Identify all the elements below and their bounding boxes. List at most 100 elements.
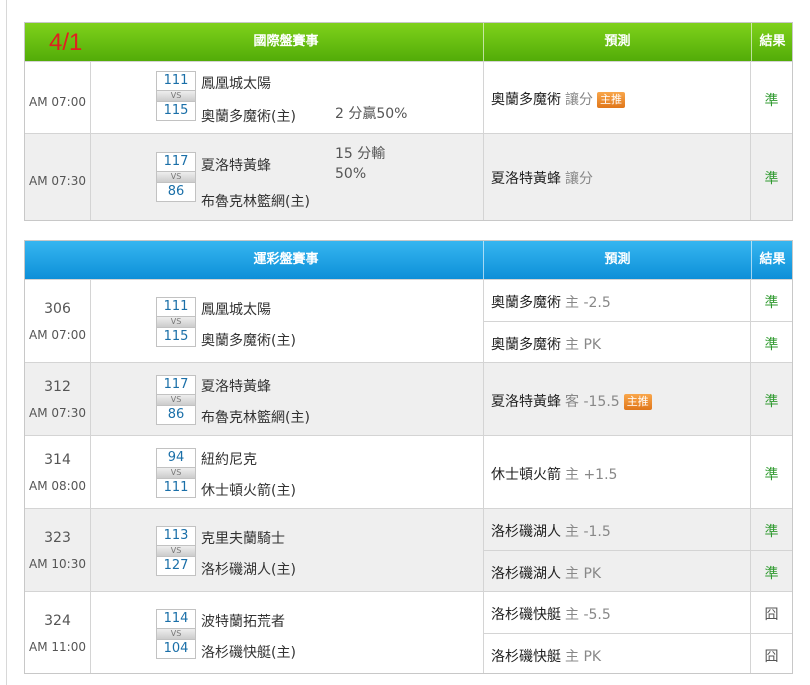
prediction: 夏洛特黃蜂 讓分 xyxy=(491,168,593,188)
vs-label: VS xyxy=(156,172,196,182)
home-score: 115 xyxy=(156,101,196,121)
result-mark: 準 xyxy=(764,295,779,311)
sports-game-row: 324 AM 11:00 114 VS 104 波特蘭拓荒者 洛杉磯快艇(主) … xyxy=(25,591,792,673)
result-mark: 準 xyxy=(764,337,779,353)
home-team: 休士頓火箭(主) xyxy=(201,483,296,499)
prediction: 洛杉磯湖人主 -1.5 xyxy=(491,521,611,541)
home-score: 104 xyxy=(156,639,196,659)
pick-side: 主 PK xyxy=(565,566,602,582)
game-number: 306 xyxy=(44,301,71,317)
spread-result: 2 分贏50% xyxy=(335,104,407,124)
away-team: 紐約尼克 xyxy=(201,452,257,468)
game-time: AM 07:30 xyxy=(29,174,86,188)
pick-team: 奧蘭多魔術 xyxy=(491,295,561,311)
home-score: 86 xyxy=(156,405,196,425)
score-box: 117 VS 86 xyxy=(156,152,196,202)
away-score: 94 xyxy=(156,448,196,468)
date-mark: 4/1 xyxy=(49,29,83,56)
away-team: 波特蘭拓荒者 xyxy=(201,614,285,630)
away-score: 117 xyxy=(156,375,196,395)
away-team: 鳳凰城太陽 xyxy=(201,76,271,92)
home-team: 洛杉磯湖人(主) xyxy=(201,562,296,578)
score-box: 114 VS 104 xyxy=(156,609,196,659)
pick-team: 洛杉磯快艇 xyxy=(491,649,561,665)
pick-team: 奧蘭多魔術 xyxy=(491,92,561,108)
result-mark: 準 xyxy=(764,524,779,540)
home-team: 布魯克林籃網(主) xyxy=(201,194,310,210)
sports-title: 運彩盤賽事 xyxy=(253,252,319,267)
home-score: 86 xyxy=(156,182,196,202)
result-mark: 囧 xyxy=(764,649,779,665)
game-time: AM 08:00 xyxy=(29,479,86,493)
intl-title: 國際盤賽事 xyxy=(253,34,319,49)
result-mark: 準 xyxy=(764,467,779,483)
home-team: 布魯克林籃網(主) xyxy=(201,410,310,426)
away-team: 鳳凰城太陽 xyxy=(201,302,271,318)
pick-team: 夏洛特黃蜂 xyxy=(491,171,561,187)
home-score: 127 xyxy=(156,556,196,576)
sports-section: 運彩盤賽事 預測 結果 306 AM 07:00 111 VS 115 鳳凰城太… xyxy=(24,240,793,674)
score-box: 111 VS 115 xyxy=(156,71,196,121)
spread-result: 15 分輸 50% xyxy=(335,144,385,184)
spread-line: 50% xyxy=(335,166,367,182)
spread-line: 15 分輸 xyxy=(335,146,386,162)
sports-game-row: 314 AM 08:00 94 VS 111 紐約尼克 休士頓火箭(主) 休士頓… xyxy=(25,435,792,508)
intl-result-header: 結果 xyxy=(751,23,793,61)
pick-team: 休士頓火箭 xyxy=(491,467,561,483)
sports-result-header: 結果 xyxy=(751,241,793,279)
home-team: 奧蘭多魔術(主) xyxy=(201,333,296,349)
pick-side: 主 +1.5 xyxy=(565,467,618,483)
score-box: 117 VS 86 xyxy=(156,375,196,425)
game-time: AM 11:00 xyxy=(29,640,86,654)
game-number: 323 xyxy=(44,530,71,546)
game-number: 314 xyxy=(44,452,71,468)
prediction: 洛杉磯湖人主 PK xyxy=(491,563,601,583)
vs-label: VS xyxy=(156,546,196,556)
game-time: AM 07:00 xyxy=(29,95,86,109)
featured-badge: 主推 xyxy=(623,394,652,410)
result-mark: 準 xyxy=(764,171,779,187)
prediction: 洛杉磯快艇主 -5.5 xyxy=(491,604,611,624)
home-score: 115 xyxy=(156,327,196,347)
prediction: 奧蘭多魔術主 PK xyxy=(491,334,601,354)
vs-label: VS xyxy=(156,468,196,478)
intl-prediction-header: 預測 xyxy=(483,23,751,61)
spread-line: 2 分贏50% xyxy=(335,106,408,122)
game-time: AM 07:30 xyxy=(29,406,86,420)
home-team: 奧蘭多魔術(主) xyxy=(201,109,296,125)
away-score: 111 xyxy=(156,297,196,317)
result-mark: 準 xyxy=(764,93,779,109)
pick-team: 奧蘭多魔術 xyxy=(491,337,561,353)
result-mark: 準 xyxy=(764,394,779,410)
sports-prediction-header: 預測 xyxy=(483,241,751,279)
prediction: 洛杉磯快艇主 PK xyxy=(491,646,601,666)
away-score: 117 xyxy=(156,152,196,172)
home-team: 洛杉磯快艇(主) xyxy=(201,645,296,661)
pick-team: 夏洛特黃蜂 xyxy=(491,394,561,410)
sports-game-row: 306 AM 07:00 111 VS 115 鳳凰城太陽 奧蘭多魔術(主) 奧… xyxy=(25,279,792,362)
pick-type: 讓分 xyxy=(565,171,593,187)
pick-team: 洛杉磯湖人 xyxy=(491,524,561,540)
away-score: 114 xyxy=(156,609,196,629)
result-mark: 準 xyxy=(764,566,779,582)
pick-side: 客 -15.5 xyxy=(565,394,620,410)
sports-game-row: 312 AM 07:30 117 VS 86 夏洛特黃蜂 布魯克林籃網(主) 夏… xyxy=(25,362,792,435)
pick-side: 主 -1.5 xyxy=(565,524,611,540)
game-number: 324 xyxy=(44,613,71,629)
away-score: 111 xyxy=(156,71,196,91)
pick-side: 主 PK xyxy=(565,649,602,665)
away-team: 克里夫蘭騎士 xyxy=(201,531,285,547)
score-box: 111 VS 115 xyxy=(156,297,196,347)
intl-game-row: AM 07:00 111 VS 115 鳳凰城太陽 奧蘭多魔術(主) 2 分贏5… xyxy=(25,61,792,133)
home-score: 111 xyxy=(156,478,196,498)
prediction: 休士頓火箭主 +1.5 xyxy=(491,464,617,484)
featured-badge: 主推 xyxy=(597,92,625,108)
pick-team: 洛杉磯快艇 xyxy=(491,607,561,623)
intl-section: 4/1 國際盤賽事 預測 結果 AM 07:00 111 VS 115 鳳凰城太… xyxy=(24,22,793,221)
prediction: 奧蘭多魔術主 -2.5 xyxy=(491,292,611,312)
pick-team: 洛杉磯湖人 xyxy=(491,566,561,582)
score-box: 113 VS 127 xyxy=(156,526,196,576)
intl-game-row: AM 07:30 117 VS 86 夏洛特黃蜂 布魯克林籃網(主) 15 分輸… xyxy=(25,133,792,220)
pick-side: 主 -2.5 xyxy=(565,295,611,311)
score-box: 94 VS 111 xyxy=(156,448,196,498)
